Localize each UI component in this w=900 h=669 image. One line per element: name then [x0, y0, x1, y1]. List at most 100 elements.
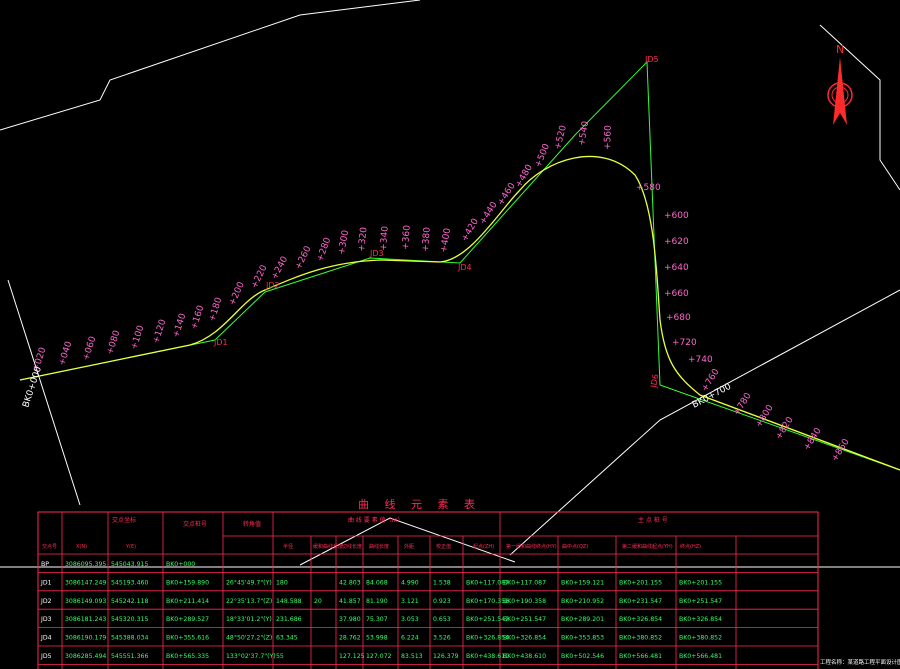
table-cell: JD1 — [40, 579, 52, 586]
table-cell: BK0+289.527 — [166, 616, 209, 623]
table-cell: 545242.118 — [111, 598, 148, 605]
table-cell: 545551.366 — [111, 653, 148, 660]
east-boundary-line — [819, 24, 900, 191]
station-label: +360 — [401, 225, 413, 251]
station-label: +380 — [421, 227, 433, 253]
jd-labels: JD1 JD2 JD3 JD4 JD5 JD6 — [213, 55, 660, 389]
station-labels: +020 +040 +060 +080 +100 +120 +140 +160 +180+200… — [31, 120, 851, 463]
table-cell: 20 — [314, 598, 322, 605]
north-arrow-icon: N — [827, 43, 853, 125]
station-label: +660 — [664, 289, 689, 299]
table-header-group: 转角值 — [243, 520, 261, 528]
jd-label: JD6 — [649, 373, 660, 389]
table-cell: BK0+380.852 — [679, 635, 722, 642]
table-cell: 41.857 — [339, 598, 361, 605]
table-cell: 126.379 — [433, 653, 459, 660]
table-cell: JD4 — [40, 635, 52, 642]
table-cell: 42.803 — [339, 579, 361, 586]
jd-label: JD3 — [369, 249, 384, 258]
table-cell: 545320.315 — [111, 616, 148, 623]
table-header-group: 交点坐标 — [112, 516, 136, 524]
table-header-group: 交点桩号 — [183, 520, 207, 528]
station-label: +740 — [688, 355, 713, 365]
table-cell: BK0+326.854 — [619, 616, 662, 623]
table-cell: 0.653 — [433, 616, 451, 623]
table-cell: 55 — [276, 653, 284, 660]
table-cell: 3086147.249 — [65, 579, 106, 586]
table-cell: 148.588 — [276, 598, 302, 605]
table-cell: JD2 — [40, 598, 52, 605]
table-cell: 231.686 — [276, 616, 302, 623]
station-label: +320 — [357, 226, 370, 252]
table-cell: BK0+251.547 — [679, 598, 722, 605]
station-label: +340 — [379, 226, 391, 252]
station-label: +680 — [666, 313, 691, 323]
table-cell: 545193.460 — [111, 579, 148, 586]
table-cell: BK0+353.853 — [561, 635, 604, 642]
table-cell: 1.538 — [433, 579, 451, 586]
station-label: +520 — [553, 124, 569, 151]
table-cell: 4.990 — [401, 579, 419, 586]
station-label: +840 — [802, 426, 824, 452]
station-label: +200 — [228, 280, 247, 307]
table-header-group: 曲 线 要 素 值（m） — [348, 516, 403, 524]
station-label: +600 — [664, 211, 689, 221]
table-cell: JD5 — [40, 653, 52, 660]
table-cell: 545043.915 — [111, 561, 148, 568]
table-cell: 3.526 — [433, 635, 451, 642]
table-sub-header: 起点(ZH) — [473, 544, 494, 550]
table-cell: 37.980 — [339, 616, 361, 623]
table-cell: 75.307 — [366, 616, 388, 623]
curve-elements-table: 曲 线 元 素 表交点坐标交点桩号 转角值 曲 线 要 素 值（m） 主 点 桩 号交… — [37, 497, 819, 669]
cad-drawing-canvas: +020 +040 +060 +080 +100 +120 +140 +160 +180+200… — [0, 0, 900, 669]
station-label: +100 — [129, 324, 146, 351]
station-label: +120 — [151, 318, 168, 345]
table-cell: BK0+210.952 — [561, 598, 604, 605]
table-cell: 180 — [276, 579, 288, 586]
table-cell: 3086190.179 — [65, 635, 106, 642]
table-sub-header: Y(E) — [125, 544, 136, 550]
table-cell: 18°33'01.2"(Y) — [226, 615, 272, 623]
table-cell: 127.072 — [366, 653, 392, 660]
table-cell: 3.053 — [401, 616, 419, 623]
table-sub-header: 外距 — [404, 543, 414, 550]
north-boundary-line — [0, 0, 421, 131]
table-cell: 22°35'13.7"(Z) — [226, 597, 272, 605]
table-cell: BK0+000 — [166, 561, 195, 568]
table-cell: 28.762 — [339, 635, 361, 642]
table-cell: BK0+502.546 — [561, 653, 604, 660]
table-cell: 26°45'49.7"(Y) — [226, 578, 272, 586]
table-cell: JD3 — [40, 616, 52, 623]
jd-label: JD4 — [457, 263, 472, 272]
table-cell: 127.125 — [339, 653, 365, 660]
station-label: +260 — [294, 244, 314, 271]
table-sub-header: 缓和曲线长度 — [313, 543, 343, 550]
table-cell: BK0+190.358 — [503, 598, 546, 605]
table-cell: 3086095.395 — [65, 561, 106, 568]
table-cell: BK0+201.155 — [679, 579, 722, 586]
table-cell: 84.068 — [366, 579, 388, 586]
table-sub-header: 终点(HZ) — [680, 543, 701, 550]
station-label: +180 — [207, 296, 224, 323]
crossing-line — [509, 289, 900, 556]
table-cell: 3.121 — [401, 598, 419, 605]
table-cell: BK0+566.481 — [619, 653, 662, 660]
table-cell: 3086181.243 — [65, 616, 106, 623]
jd-label: JD2 — [265, 281, 280, 290]
jd-label: JD1 — [213, 338, 228, 347]
station-label: +580 — [636, 183, 661, 193]
station-label: +480 — [514, 163, 535, 190]
table-cell: 53.998 — [366, 635, 388, 642]
table-cell: BK0+565.335 — [166, 653, 209, 660]
table-sub-header: 半径 — [283, 543, 293, 550]
table-sub-header: 第二缓和曲线起点(YH) — [622, 543, 673, 550]
table-cell: BK0+438.610 — [503, 653, 546, 660]
table-cell: 133°02'37.7"(Y) — [226, 652, 276, 660]
table-cell: BK0+211.414 — [166, 598, 209, 605]
table-sub-header: 曲线长度 — [369, 543, 389, 550]
start-station-label: BK0+000 — [21, 365, 44, 409]
footer-text: 工程名称：某道路工程平面设计图 比例：1:2000 — [820, 658, 900, 666]
station-label: +040 — [57, 340, 74, 367]
table-cell: BK0+159.890 — [166, 579, 209, 586]
table-cell: 63.345 — [276, 635, 298, 642]
